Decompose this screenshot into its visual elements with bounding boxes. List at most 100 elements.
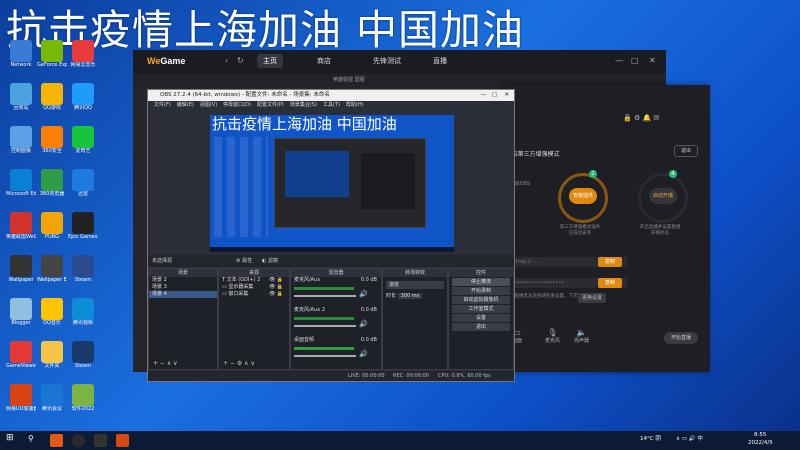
obs-maximize-button[interactable]: □ bbox=[492, 90, 497, 101]
volume-slider[interactable] bbox=[294, 295, 356, 297]
obs-menu-item[interactable]: 场景集合(S) bbox=[290, 102, 317, 108]
source-add-remove-buttons[interactable]: + − ⚙ ∧ ∨ bbox=[223, 360, 255, 367]
scene-item-selected[interactable]: 场景 4 bbox=[149, 291, 217, 298]
step-label: 安装插件 bbox=[569, 188, 597, 204]
obs-close-button[interactable]: ✕ bbox=[504, 90, 509, 101]
speaker-icon[interactable]: 🔊 bbox=[359, 320, 368, 328]
obs-menu-item[interactable]: 配置文件(P) bbox=[257, 102, 284, 108]
wegame-logo[interactable]: WeGame bbox=[147, 56, 185, 66]
desktop-icon[interactable]: Network bbox=[6, 40, 36, 78]
desktop-icon[interactable]: 腾讯视频 bbox=[68, 298, 98, 336]
minimize-button[interactable]: — bbox=[615, 56, 623, 65]
start-recording-button[interactable]: 开始录制 bbox=[452, 287, 510, 295]
footer-speaker[interactable]: 🔈 扬声器 bbox=[574, 328, 589, 344]
scene-item[interactable]: 场景 2 bbox=[149, 277, 217, 284]
taskbar-app-icon[interactable] bbox=[94, 434, 107, 447]
desktop-icon[interactable]: QQ音乐 bbox=[37, 298, 67, 336]
exit-button[interactable]: 退出 bbox=[452, 323, 510, 331]
desktop-icon[interactable]: 文件夹 bbox=[37, 341, 67, 379]
start-live-button[interactable]: 开始直播 bbox=[664, 332, 698, 344]
step-start[interactable]: 4 启动开播 bbox=[638, 170, 688, 223]
transition-select[interactable]: 渐变 bbox=[386, 281, 444, 289]
desktop-icon[interactable]: 腾讯会议 bbox=[37, 384, 67, 422]
desktop-icon[interactable]: QQ游戏 bbox=[37, 83, 67, 121]
tab-store[interactable]: 商店 bbox=[317, 56, 331, 66]
desktop-icon[interactable]: 360浏览器 bbox=[37, 169, 67, 207]
speaker-icon[interactable]: 🔊 bbox=[359, 350, 368, 358]
taskbar-wegame-icon[interactable] bbox=[50, 434, 63, 447]
copy-server-button[interactable]: 复制 bbox=[598, 257, 622, 267]
back-icon[interactable]: ‹ bbox=[225, 56, 228, 65]
obs-minimize-button[interactable]: — bbox=[481, 90, 487, 101]
desktop-icon[interactable]: 网易云音乐 bbox=[68, 40, 98, 78]
search-icon[interactable]: ⚲ bbox=[28, 434, 34, 443]
volume-slider[interactable] bbox=[294, 325, 356, 327]
desktop-icon[interactable]: 腾讯QQ bbox=[68, 83, 98, 121]
desktop-icon[interactable]: Blogger bbox=[6, 298, 36, 336]
scene-add-remove-buttons[interactable]: + − ∧ ∨ bbox=[153, 360, 178, 367]
obs-preview[interactable]: 抗击疫情上海加油 中国加油 bbox=[210, 115, 454, 252]
desktop-icon[interactable]: PUBG bbox=[37, 212, 67, 250]
desktop-icon[interactable]: Epic Games Launcher bbox=[68, 212, 98, 250]
tray-icons[interactable]: ∧ ▭ 🔊 中 bbox=[676, 434, 703, 442]
desktop-icon[interactable]: 网易UU加速器 bbox=[6, 384, 36, 422]
app-icon bbox=[72, 298, 94, 320]
desktop-icon[interactable]: Steam bbox=[68, 341, 98, 379]
desktop-icon[interactable]: 软件2022 bbox=[68, 384, 98, 422]
virtual-camera-button[interactable]: 启动虚拟摄像机 bbox=[452, 296, 510, 304]
footer-mic[interactable]: 🎙 麦克风 bbox=[545, 328, 560, 344]
obs-menu-item[interactable]: 帮助(H) bbox=[346, 102, 364, 108]
desktop-icon[interactable]: 360安全 bbox=[37, 126, 67, 164]
desktop-icon[interactable]: Microsoft Edge bbox=[6, 169, 36, 207]
volume-meter bbox=[294, 347, 354, 350]
settings-button[interactable]: 更换设置 bbox=[578, 293, 606, 303]
desktop-icon[interactable]: 迅雷 bbox=[68, 169, 98, 207]
tab-live[interactable]: 直播 bbox=[433, 56, 447, 66]
properties-button[interactable]: ⚙ 属性 bbox=[236, 255, 252, 267]
desktop-icon[interactable]: 英雄联盟WeGame bbox=[6, 212, 36, 250]
desktop-icon[interactable]: 爱奇艺 bbox=[68, 126, 98, 164]
maximize-button[interactable]: □ bbox=[631, 56, 639, 65]
step-install[interactable]: 2 安装插件 bbox=[558, 170, 608, 223]
exit-button[interactable]: 退出 bbox=[674, 145, 698, 157]
speaker-icon[interactable]: 🔊 bbox=[359, 290, 368, 298]
volume-slider[interactable] bbox=[294, 355, 356, 357]
desktop-icon[interactable]: 回收站 bbox=[6, 83, 36, 121]
source-item[interactable]: ▭ 窗口采集 👁 🔒 bbox=[219, 291, 289, 298]
desktop-icon[interactable]: 控制面板 bbox=[6, 126, 36, 164]
copy-key-button[interactable]: 复制 bbox=[598, 278, 622, 288]
windows-start-icon[interactable]: ⊞ bbox=[6, 433, 14, 443]
weather-label[interactable]: 14°C 阴 bbox=[640, 434, 661, 442]
desktop-icon[interactable]: Wallpaper bbox=[6, 255, 36, 293]
refresh-icon[interactable]: ↻ bbox=[237, 56, 244, 65]
taskbar-app-icon[interactable] bbox=[116, 434, 129, 447]
source-item[interactable]: T 文本 (GDI+) 2 👁 🔒 bbox=[219, 277, 289, 284]
step-number: 4 bbox=[669, 170, 677, 178]
panel-toolbar-icons[interactable]: 🔒 ⚙ 🔔 ✉ bbox=[623, 114, 659, 122]
tab-home[interactable]: 主页 bbox=[257, 54, 283, 68]
stop-streaming-button[interactable]: 停止推流 bbox=[452, 278, 510, 286]
taskbar-obs-icon[interactable] bbox=[72, 434, 85, 447]
clock-date[interactable]: 2022/4/5 bbox=[748, 440, 773, 446]
studio-mode-button[interactable]: 工作室模式 bbox=[452, 305, 510, 313]
tab-pioneer[interactable]: 先锋测试 bbox=[373, 56, 401, 66]
scene-item[interactable]: 场景 3 bbox=[149, 284, 217, 291]
filters-button[interactable]: ◐ 滤镜 bbox=[262, 255, 278, 267]
source-item[interactable]: ▭ 显示器采集 👁 🔒 bbox=[219, 284, 289, 291]
desktop-icon[interactable]: Steam bbox=[68, 255, 98, 293]
settings-button[interactable]: 设置 bbox=[452, 314, 510, 322]
obs-menu-item[interactable]: 视图(V) bbox=[200, 102, 217, 108]
obs-menu-item[interactable]: 文件(F) bbox=[154, 102, 171, 108]
desktop-icon-label: Network bbox=[10, 62, 32, 68]
desktop-icon[interactable]: GeForce Experience bbox=[37, 40, 67, 78]
app-icon bbox=[10, 298, 32, 320]
close-button[interactable]: ✕ bbox=[649, 56, 656, 65]
desktop-icon[interactable]: Wallpaper Engine bbox=[37, 255, 67, 293]
obs-menu-item[interactable]: 工具(T) bbox=[323, 102, 340, 108]
desktop-icon-label: PUBG bbox=[45, 234, 59, 240]
obs-menu-item[interactable]: 停靠窗口(D) bbox=[223, 102, 251, 108]
duration-input[interactable]: 300 ms bbox=[397, 293, 423, 299]
clock-time[interactable]: 8:55 bbox=[754, 432, 766, 438]
desktop-icon[interactable]: GameViewer bbox=[6, 341, 36, 379]
obs-menu-item[interactable]: 编辑(E) bbox=[177, 102, 194, 108]
